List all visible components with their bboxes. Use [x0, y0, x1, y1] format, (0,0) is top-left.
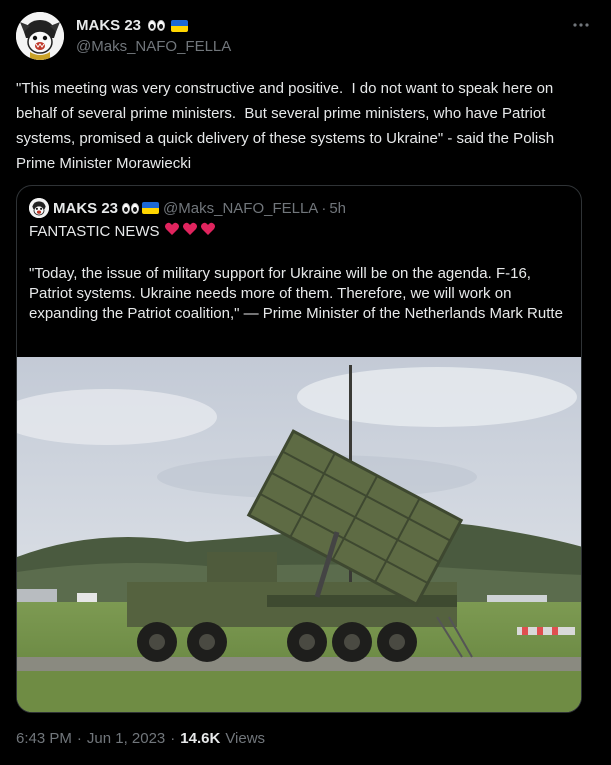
- quoted-tweet[interactable]: MAKS 23 @Maks_NAFO_FELLA · 5h FANTASTIC …: [16, 185, 582, 713]
- quoted-tweet-time[interactable]: 5h: [329, 200, 346, 217]
- views-label: Views: [225, 730, 266, 747]
- author-display-name[interactable]: MAKS 23: [76, 17, 189, 34]
- tweet-text: "This meeting was very constructive and …: [16, 80, 559, 172]
- eyes-emoji-icon: [148, 20, 166, 31]
- quoted-time-separator: ·: [321, 199, 327, 217]
- quoted-headline: FANTASTIC NEWS: [29, 221, 216, 243]
- author-avatar[interactable]: [16, 12, 64, 60]
- tweet-header: MAKS 23 @Maks_NAFO_FELLA: [16, 12, 596, 62]
- quoted-author-handle[interactable]: @Maks_NAFO_FELLA: [163, 200, 318, 217]
- more-options-icon[interactable]: [566, 15, 596, 37]
- eyes-emoji-icon: [122, 202, 140, 214]
- quoted-headline-text: FANTASTIC NEWS: [29, 223, 160, 240]
- tweet-time[interactable]: 6:43 PM: [16, 730, 72, 747]
- quoted-tweet-header: MAKS 23 @Maks_NAFO_FELLA · 5h: [29, 198, 346, 218]
- tweet-footer: 6:43 PM · Jun 1, 2023 · 14.6K Views: [16, 730, 265, 747]
- patriot-system-photo[interactable]: [17, 357, 581, 712]
- ukraine-flag-icon: [171, 19, 189, 32]
- quoted-author-name[interactable]: MAKS 23: [53, 200, 118, 217]
- red-heart-icon: [164, 221, 216, 243]
- ukraine-flag-icon: [142, 202, 160, 214]
- views-count[interactable]: 14.6K: [180, 730, 220, 747]
- quoted-tweet-text: "Today, the issue of military support fo…: [29, 265, 563, 322]
- nafo-dog-avatar-icon: [16, 12, 64, 60]
- tweet-date[interactable]: Jun 1, 2023: [87, 730, 165, 747]
- author-name-text: MAKS 23: [76, 17, 142, 34]
- footer-separator-2: ·: [170, 730, 176, 747]
- footer-separator: ·: [76, 730, 82, 747]
- nafo-dog-avatar-icon: [29, 198, 49, 218]
- quoted-author-avatar[interactable]: [29, 198, 49, 218]
- author-handle[interactable]: @Maks_NAFO_FELLA: [76, 38, 231, 55]
